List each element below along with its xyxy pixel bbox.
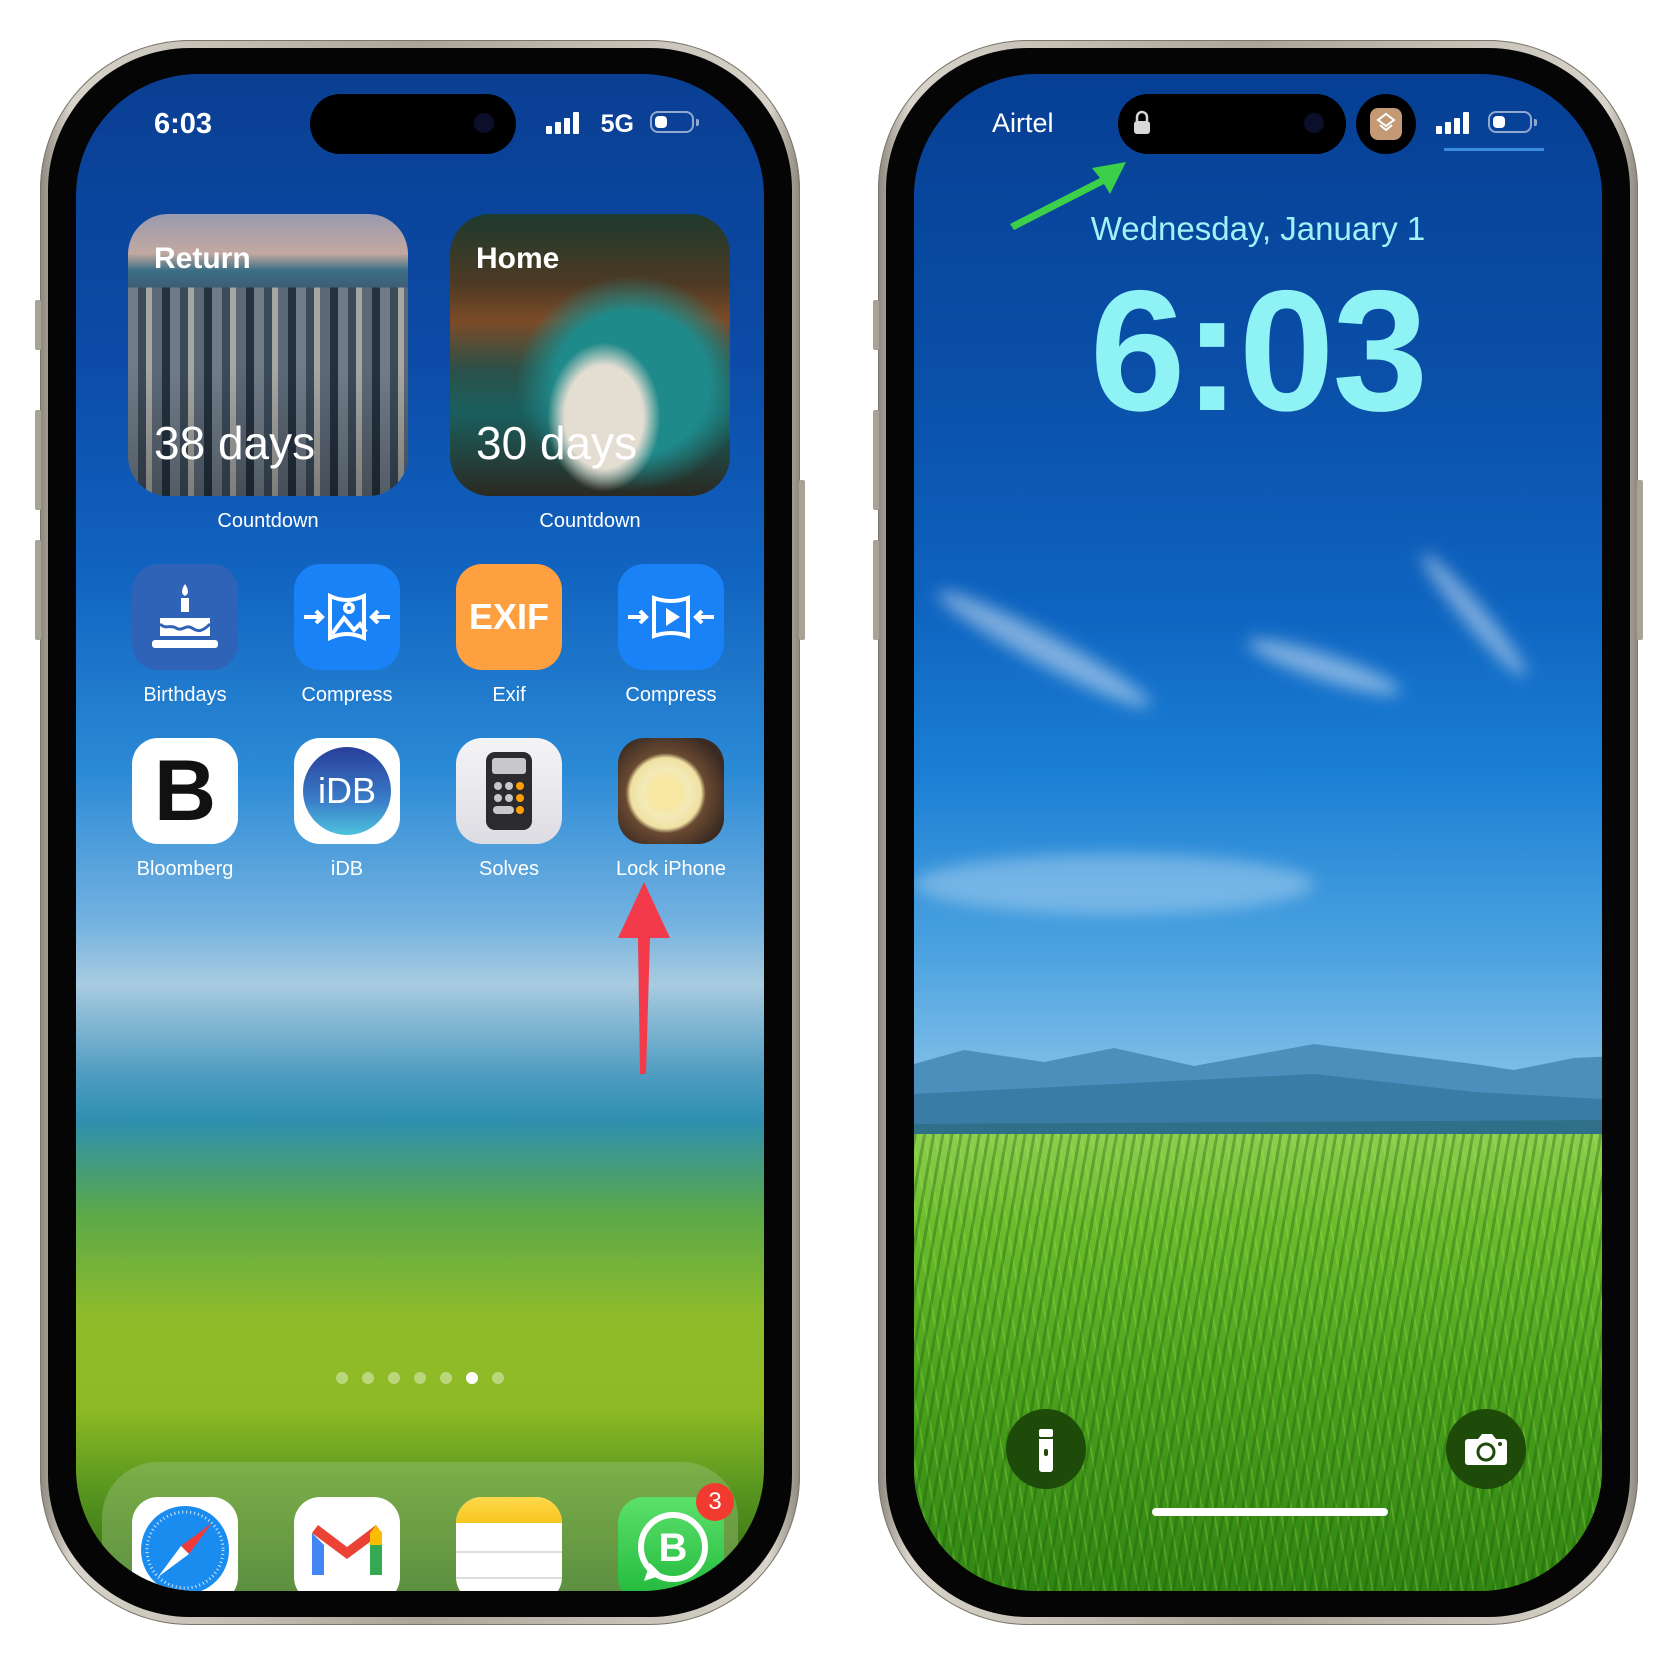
dock-app-whatsapp-business[interactable]: B 3 bbox=[618, 1483, 734, 1591]
widget-value: 38 days bbox=[154, 417, 316, 469]
app-exif[interactable]: EXIF Exif bbox=[456, 564, 562, 707]
app-label: Compress bbox=[625, 684, 717, 706]
app-label: Lock iPhone bbox=[615, 858, 727, 880]
bezel: 6:03 5G Return 38 days Countdown Home 30… bbox=[48, 48, 792, 1617]
page-dot[interactable] bbox=[440, 1372, 452, 1384]
app-lock-iphone[interactable]: Lock iPhone bbox=[616, 738, 726, 881]
dock-app-notes[interactable] bbox=[456, 1497, 562, 1591]
notification-badge: 3 bbox=[696, 1483, 734, 1521]
volume-up-button bbox=[35, 410, 41, 510]
flashlight-icon bbox=[1039, 1429, 1053, 1472]
dock-app-safari[interactable] bbox=[132, 1497, 238, 1591]
mountains bbox=[914, 1044, 1602, 1144]
page-dot[interactable] bbox=[388, 1372, 400, 1384]
bezel: Airtel Wednesday, January 1 6:03 bbox=[886, 48, 1630, 1617]
status-bar: Airtel bbox=[914, 74, 1602, 164]
widget-value: 30 days bbox=[476, 417, 638, 469]
red-annotation-arrow bbox=[618, 882, 670, 1074]
page-dot[interactable] bbox=[466, 1372, 478, 1384]
birthday-cake-icon bbox=[132, 564, 238, 670]
app-birthdays[interactable]: Birthdays bbox=[132, 564, 238, 707]
app-solves[interactable]: Solves bbox=[456, 738, 562, 881]
green-annotation-arrow bbox=[1010, 162, 1126, 230]
home-screen: 6:03 5G Return 38 days Countdown Home 30… bbox=[76, 74, 764, 1591]
dynamic-island bbox=[310, 94, 516, 154]
lock-screen: Airtel Wednesday, January 1 6:03 bbox=[914, 74, 1602, 1591]
app-compress-video[interactable]: Compress bbox=[618, 564, 724, 707]
safari-compass-icon bbox=[132, 1497, 238, 1591]
cellular-signal-icon bbox=[1436, 112, 1474, 134]
dynamic-island bbox=[1118, 94, 1346, 154]
shortcuts-icon bbox=[1370, 108, 1402, 140]
action-button bbox=[35, 300, 41, 350]
widget-title: Home bbox=[476, 242, 560, 275]
gmail-icon bbox=[294, 1497, 400, 1591]
app-label: Solves bbox=[478, 858, 540, 880]
countdown-widget-return[interactable]: Return 38 days bbox=[128, 214, 408, 496]
side-button bbox=[799, 480, 805, 640]
app-bloomberg[interactable]: B Bloomberg bbox=[132, 738, 238, 881]
bloomberg-icon: B bbox=[132, 738, 238, 844]
iphone-home-screen: 6:03 5G Return 38 days Countdown Home 30… bbox=[35, 40, 805, 1625]
page-dot[interactable] bbox=[362, 1372, 374, 1384]
grass-field bbox=[914, 1134, 1602, 1591]
battery-icon bbox=[1488, 111, 1537, 133]
network-type: 5G bbox=[600, 110, 634, 138]
status-bar: 6:03 5G bbox=[76, 74, 764, 164]
home-indicator[interactable] bbox=[1152, 1508, 1388, 1516]
app-idb[interactable]: iDB iDB bbox=[294, 738, 400, 881]
app-label: Birthdays bbox=[143, 684, 227, 706]
page-dot[interactable] bbox=[414, 1372, 426, 1384]
idb-icon: iDB bbox=[294, 738, 400, 844]
flashlight-button[interactable] bbox=[1006, 1409, 1086, 1489]
app-label: Exif bbox=[492, 684, 526, 706]
page-indicator[interactable] bbox=[76, 1371, 764, 1389]
calculator-icon bbox=[456, 738, 562, 844]
front-camera-icon bbox=[1304, 113, 1324, 133]
live-activity-bubble[interactable] bbox=[1356, 94, 1416, 154]
compress-video-icon bbox=[618, 564, 724, 670]
flower-photo-icon bbox=[618, 738, 724, 844]
status-time: 6:03 bbox=[154, 108, 213, 140]
cellular-signal-icon bbox=[546, 112, 584, 134]
battery-icon bbox=[650, 111, 699, 133]
lock-clock: 6:03 bbox=[1089, 255, 1428, 447]
countdown-widget-home[interactable]: Home 30 days bbox=[450, 214, 730, 496]
volume-down-button bbox=[873, 540, 879, 640]
exif-icon: EXIF bbox=[456, 564, 562, 670]
action-button bbox=[873, 300, 879, 350]
status-underline bbox=[1444, 148, 1544, 151]
iphone-lock-screen: Airtel Wednesday, January 1 6:03 bbox=[873, 40, 1643, 1625]
svg-text:B: B bbox=[659, 1526, 688, 1570]
app-compress-image[interactable]: Compress bbox=[294, 564, 400, 707]
volume-up-button bbox=[873, 410, 879, 510]
carrier-name: Airtel bbox=[992, 108, 1054, 138]
app-label: Bloomberg bbox=[136, 858, 234, 880]
notes-icon bbox=[456, 1497, 562, 1591]
widget-title: Return bbox=[154, 242, 251, 275]
dock: B 3 bbox=[102, 1462, 738, 1591]
app-label: Compress bbox=[301, 684, 393, 706]
side-button bbox=[1637, 480, 1643, 640]
widget-label: Countdown bbox=[539, 510, 641, 532]
compress-image-icon bbox=[294, 564, 400, 670]
dock-app-gmail[interactable] bbox=[294, 1497, 400, 1591]
widget-label: Countdown bbox=[217, 510, 319, 532]
padlock-icon bbox=[1134, 110, 1150, 134]
idb-logo: iDB bbox=[303, 747, 391, 835]
camera-icon bbox=[1465, 1434, 1507, 1465]
volume-down-button bbox=[35, 540, 41, 640]
cloud bbox=[914, 854, 1314, 914]
page-dot[interactable] bbox=[336, 1372, 348, 1384]
front-camera-icon bbox=[474, 113, 494, 133]
camera-button[interactable] bbox=[1446, 1409, 1526, 1489]
page-dot[interactable] bbox=[492, 1372, 504, 1384]
app-label: iDB bbox=[330, 858, 364, 880]
